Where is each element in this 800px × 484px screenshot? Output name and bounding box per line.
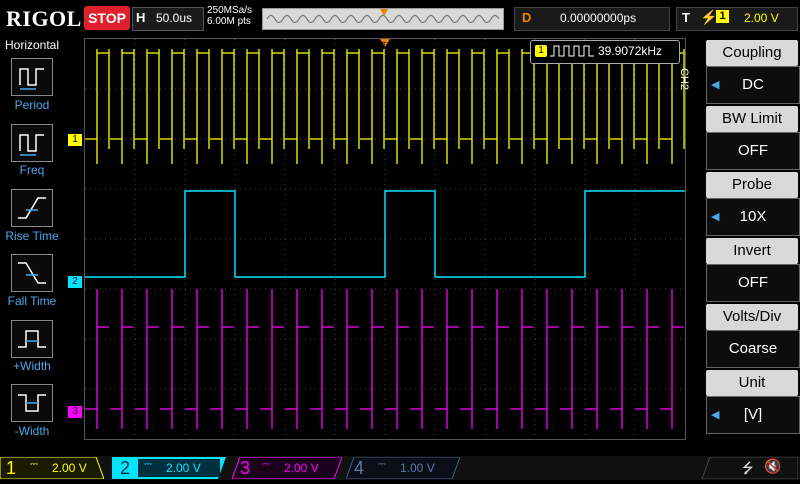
- ch4-scale: 1.00 V: [400, 461, 435, 475]
- ch1-waveform: [85, 49, 685, 164]
- pos-width-button[interactable]: [11, 320, 53, 358]
- period-icon: [19, 68, 44, 90]
- pos-width-icon: [18, 330, 46, 348]
- fall-time-icon: [18, 262, 46, 284]
- volts-div-value: Coarse: [728, 340, 778, 357]
- volts-div-header: Volts/Div: [706, 304, 798, 330]
- ch2-number: 2: [120, 458, 131, 478]
- acquisition-info: 250MSa/s 6.00M pts: [207, 5, 252, 27]
- invert-value: OFF: [738, 274, 768, 291]
- sample-rate: 250MSa/s: [207, 5, 253, 16]
- unit-softkey[interactable]: ◀ [V]: [706, 396, 800, 434]
- waveform-canvas: [85, 39, 685, 439]
- memory-position-strip[interactable]: [262, 8, 504, 30]
- invert-header: Invert: [706, 238, 798, 264]
- ch2-scale: 2.00 V: [166, 461, 201, 475]
- waveform-display[interactable]: [84, 38, 686, 440]
- timebase-value: 50.0us: [156, 11, 193, 25]
- softkey-arrow-icon: ◀: [711, 79, 720, 91]
- ch2-ground-marker[interactable]: 2: [68, 276, 82, 288]
- softkey-arrow-icon: ◀: [711, 211, 720, 223]
- freq-icon: [19, 134, 44, 156]
- ch4-number: 4: [354, 458, 365, 478]
- ch2-waveform: [85, 190, 685, 278]
- probe-value: 10X: [739, 208, 767, 225]
- invert-softkey[interactable]: OFF: [706, 264, 800, 302]
- fall-time-button[interactable]: [11, 254, 53, 292]
- neg-width-label: -Width: [14, 424, 50, 438]
- delay-label: D: [522, 10, 532, 25]
- ch3-ground-marker[interactable]: 3: [68, 406, 82, 418]
- softkey-arrow-icon: ◀: [711, 409, 720, 421]
- bw-limit-softkey[interactable]: OFF: [706, 132, 800, 170]
- coupling-softkey[interactable]: ◀ DC: [706, 66, 800, 104]
- bw-limit-header: BW Limit: [706, 106, 798, 132]
- pos-width-label: +Width: [13, 359, 51, 373]
- rigol-logo: RIGOL: [6, 6, 82, 31]
- neg-width-icon: [18, 394, 46, 412]
- probe-softkey[interactable]: ◀ 10X: [706, 198, 800, 236]
- memory-depth: 6.00M pts: [207, 16, 251, 27]
- dc-coupling-icon: ⎓: [30, 459, 38, 470]
- delay-value: 0.00000000ps: [560, 11, 637, 25]
- frequency-value: 39.9072kHz: [598, 44, 663, 58]
- trigger-label: T: [682, 10, 690, 25]
- period-button[interactable]: [11, 58, 53, 96]
- trigger-source-badge: 1: [716, 10, 729, 23]
- speaker-muted-icon[interactable]: 🔇: [764, 458, 781, 475]
- run-stop-status[interactable]: STOP: [84, 6, 130, 30]
- ch1-ground-marker[interactable]: 1: [68, 134, 82, 146]
- probe-header: Probe: [706, 172, 798, 198]
- period-label: Period: [14, 98, 50, 112]
- rise-time-icon: [18, 197, 46, 219]
- bw-limit-value: OFF: [738, 142, 768, 159]
- fall-time-label: Fall Time: [7, 294, 57, 308]
- coupling-value: DC: [742, 76, 764, 93]
- ch3-number: 3: [240, 458, 251, 478]
- rise-time-button[interactable]: [11, 189, 53, 227]
- measure-channel-badge: 1: [535, 45, 547, 57]
- unit-header: Unit: [706, 370, 798, 396]
- dc-coupling-icon: ⎓: [262, 459, 270, 470]
- neg-width-button[interactable]: [11, 384, 53, 422]
- ch3-scale: 2.00 V: [284, 461, 319, 475]
- rise-time-label: Rise Time: [5, 229, 59, 243]
- horizontal-label: H: [136, 10, 146, 25]
- panel-title: Horizontal: [4, 38, 60, 52]
- usb-icon: ⭍: [742, 460, 754, 476]
- edge-trigger-icon: ⚡: [700, 9, 718, 25]
- dc-coupling-icon: ⎓: [144, 459, 152, 470]
- trigger-position-marker[interactable]: T: [380, 38, 390, 50]
- volts-div-softkey[interactable]: Coarse: [706, 330, 800, 368]
- ch1-number: 1: [6, 458, 17, 478]
- svg-text:T: T: [381, 41, 387, 49]
- freq-button[interactable]: [11, 124, 53, 162]
- freq-label: Freq: [19, 163, 45, 177]
- dc-coupling-icon: ⎓: [378, 459, 386, 470]
- trigger-box[interactable]: [676, 7, 798, 31]
- unit-value: [V]: [743, 406, 763, 423]
- coupling-header: Coupling: [706, 40, 798, 66]
- square-wave-icon: [550, 44, 594, 63]
- ch1-scale: 2.00 V: [52, 461, 87, 475]
- trigger-level: 2.00 V: [744, 11, 779, 25]
- menu-channel-label: CH2: [678, 68, 690, 91]
